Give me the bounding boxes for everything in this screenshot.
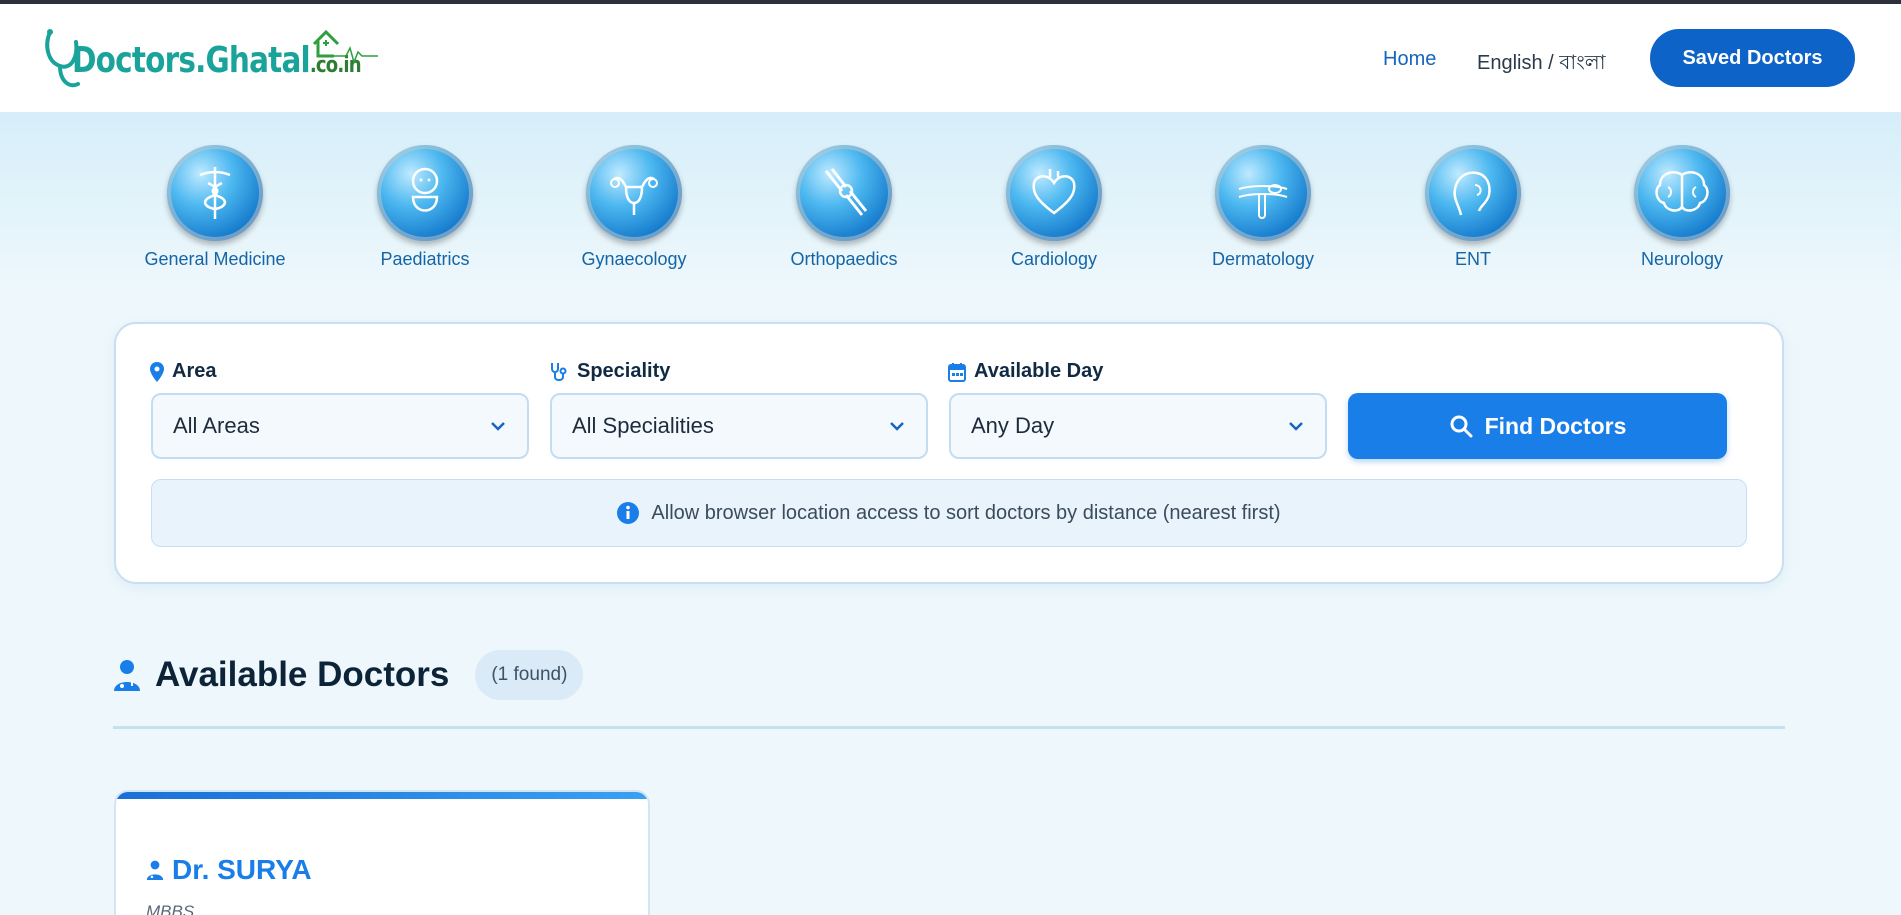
speciality-select[interactable]: All Specialities (550, 393, 928, 459)
saved-doctors-button[interactable]: Saved Doctors (1650, 29, 1855, 87)
info-icon (617, 502, 640, 524)
heart-icon (1006, 145, 1102, 241)
speciality-paediatrics[interactable]: Paediatrics (325, 145, 525, 270)
speciality-label: Dermatology (1211, 249, 1315, 269)
site-logo[interactable]: Doctors.Ghatal.co.in (42, 26, 382, 96)
speciality-label: General Medicine (144, 249, 286, 269)
baby-icon (377, 145, 473, 241)
knee-joint-icon (796, 145, 892, 241)
doctor-card-accent (116, 792, 648, 799)
chevron-down-icon (1289, 422, 1303, 431)
stethoscope-icon (551, 362, 567, 381)
chevron-down-icon (890, 422, 904, 431)
caduceus-icon (167, 145, 263, 241)
available-day-label: Available Day (948, 360, 1103, 383)
speciality-cardiology[interactable]: Cardiology (954, 145, 1154, 270)
speciality-neurology[interactable]: Neurology (1582, 145, 1782, 270)
skin-icon (1215, 145, 1311, 241)
search-icon (1450, 415, 1473, 438)
ear-nose-throat-icon (1425, 145, 1521, 241)
calendar-icon (948, 362, 966, 382)
doctor-degree: MBBS (146, 902, 195, 915)
site-header: Doctors.Ghatal.co.in Home English / বাংল… (0, 4, 1901, 112)
uterus-icon (586, 145, 682, 241)
location-pin-icon (150, 361, 164, 382)
results-header: Available Doctors (1 found) (113, 650, 584, 700)
doctor-icon (114, 660, 140, 691)
speciality-dermatology[interactable]: Dermatology (1163, 145, 1363, 270)
find-doctors-button[interactable]: Find Doctors (1348, 393, 1727, 459)
speciality-label: ENT (1455, 249, 1491, 269)
speciality-label: Paediatrics (380, 249, 470, 269)
speciality-gynaecology[interactable]: Gynaecology (534, 145, 734, 270)
location-info-banner: Allow browser location access to sort do… (151, 479, 1747, 547)
area-select[interactable]: All Areas (151, 393, 529, 459)
chevron-down-icon (491, 422, 505, 431)
doctor-name: Dr. SURYA (146, 854, 312, 886)
speciality-orthopaedics[interactable]: Orthopaedics (744, 145, 944, 270)
area-label: Area (150, 360, 216, 383)
speciality-ent[interactable]: ENT (1373, 145, 1573, 270)
doctor-card[interactable]: Dr. SURYA MBBS (114, 790, 650, 915)
speciality-general-medicine[interactable]: General Medicine (115, 145, 315, 270)
speciality-label: Gynaecology (581, 249, 687, 269)
language-toggle[interactable]: English / বাংলা (1477, 48, 1606, 81)
nav-home-link[interactable]: Home (1383, 48, 1436, 71)
speciality-label: Neurology (1640, 249, 1724, 269)
available-day-select[interactable]: Any Day (949, 393, 1327, 459)
doctor-icon (146, 860, 164, 880)
speciality-label: Orthopaedics (790, 249, 898, 269)
clinic-pulse-icon (312, 29, 378, 65)
speciality-label: Cardiology (1010, 249, 1098, 269)
speciality-label: Speciality (549, 360, 670, 383)
results-count-badge: (1 found) (475, 650, 584, 700)
brain-icon (1634, 145, 1730, 241)
results-divider (113, 726, 1785, 729)
results-title: Available Doctors (155, 655, 450, 694)
